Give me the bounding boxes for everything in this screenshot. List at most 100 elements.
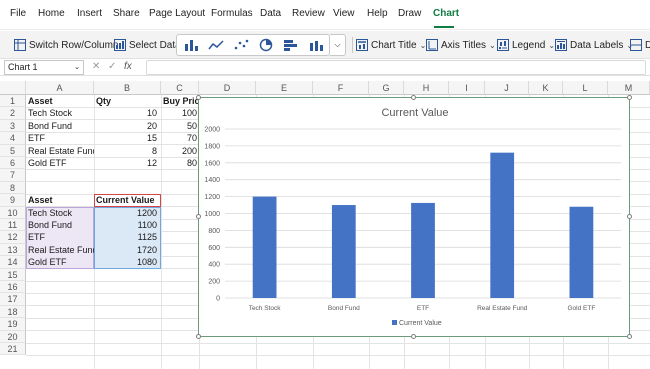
formula-input[interactable] bbox=[146, 60, 646, 75]
row-header[interactable]: 13 bbox=[0, 243, 26, 257]
menu-view[interactable]: View bbox=[333, 8, 355, 19]
resize-handle[interactable] bbox=[627, 95, 632, 100]
row-header[interactable]: 3 bbox=[0, 119, 26, 133]
menu-home[interactable]: Home bbox=[38, 8, 65, 19]
row-header[interactable]: 16 bbox=[0, 281, 26, 294]
cell[interactable]: Real Estate Fund bbox=[28, 145, 94, 157]
cell[interactable]: 1125 bbox=[95, 231, 159, 243]
cell[interactable]: Asset bbox=[28, 194, 92, 206]
select-data-button[interactable]: Select Data bbox=[114, 36, 181, 54]
enter-icon[interactable]: ✓ bbox=[108, 61, 116, 72]
menu-data[interactable]: Data bbox=[260, 8, 281, 19]
row-header[interactable]: 9 bbox=[0, 194, 26, 207]
data-table-button[interactable]: D bbox=[630, 36, 650, 54]
cell[interactable]: 80 bbox=[162, 157, 199, 169]
resize-handle[interactable] bbox=[627, 334, 632, 339]
cell[interactable]: 1720 bbox=[95, 244, 159, 256]
pie-chart-icon[interactable] bbox=[258, 38, 274, 52]
cell[interactable]: 15 bbox=[95, 132, 159, 144]
cell[interactable]: 10 bbox=[95, 107, 159, 119]
row-header[interactable]: 12 bbox=[0, 231, 26, 244]
row-header[interactable]: 19 bbox=[0, 318, 26, 331]
column-header[interactable]: B bbox=[94, 81, 161, 95]
column-header[interactable]: A bbox=[26, 81, 94, 95]
row-header[interactable]: 2 bbox=[0, 107, 26, 120]
column-header[interactable]: G bbox=[369, 81, 404, 95]
column-header[interactable]: H bbox=[404, 81, 449, 95]
row-header[interactable]: 14 bbox=[0, 256, 26, 269]
cell[interactable]: 20 bbox=[95, 120, 159, 132]
column-header[interactable]: F bbox=[313, 81, 369, 95]
data-labels-button[interactable]: Data Labels ⌄ bbox=[555, 36, 633, 54]
cell[interactable]: 50 bbox=[162, 120, 199, 132]
combo-chart-icon[interactable] bbox=[308, 38, 324, 52]
row-header[interactable]: 6 bbox=[0, 157, 26, 170]
insert-function-icon[interactable]: fx bbox=[124, 61, 132, 72]
chart-object[interactable]: Current Value 0 200 400 600 800 1000 1200 1400 16… bbox=[198, 97, 630, 337]
resize-handle[interactable] bbox=[196, 334, 201, 339]
cell[interactable]: 8 bbox=[95, 145, 159, 157]
cell[interactable]: 1080 bbox=[95, 256, 159, 268]
menu-file[interactable]: File bbox=[10, 8, 26, 19]
cell[interactable]: ETF bbox=[28, 231, 92, 243]
cell[interactable]: Real Estate Fund bbox=[28, 244, 94, 256]
row-header[interactable]: 5 bbox=[0, 144, 26, 157]
name-box[interactable]: Chart 1 ⌄ bbox=[4, 60, 84, 75]
legend-button[interactable]: Legend ⌄ bbox=[497, 36, 555, 54]
resize-handle[interactable] bbox=[411, 95, 416, 100]
row-header[interactable]: 10 bbox=[0, 206, 26, 219]
column-header[interactable]: K bbox=[529, 81, 563, 95]
chart-title-button[interactable]: Chart Title ⌄ bbox=[356, 36, 426, 54]
bar-chart-icon[interactable] bbox=[283, 38, 299, 52]
cell[interactable]: Bond Fund bbox=[28, 120, 92, 132]
menu-formulas[interactable]: Formulas bbox=[211, 8, 253, 19]
row-header[interactable]: 7 bbox=[0, 169, 26, 182]
row-header[interactable]: 15 bbox=[0, 268, 26, 281]
cell[interactable]: 100 bbox=[162, 107, 199, 119]
cell[interactable]: Tech Stock bbox=[28, 207, 92, 219]
scatter-chart-icon[interactable] bbox=[233, 38, 249, 52]
menu-insert[interactable]: Insert bbox=[77, 8, 102, 19]
cell[interactable]: ETF bbox=[28, 132, 92, 144]
switch-row-column-button[interactable]: Switch Row/Column bbox=[14, 36, 118, 54]
resize-handle[interactable] bbox=[627, 214, 632, 219]
row-header[interactable]: 4 bbox=[0, 132, 26, 145]
row-header[interactable]: 11 bbox=[0, 219, 26, 232]
row-header[interactable]: 8 bbox=[0, 181, 26, 195]
cell[interactable]: Gold ETF bbox=[28, 256, 92, 268]
menu-share[interactable]: Share bbox=[113, 8, 140, 19]
column-header[interactable]: D bbox=[199, 81, 256, 95]
select-all-corner[interactable] bbox=[0, 81, 26, 95]
column-header[interactable]: M bbox=[608, 81, 650, 95]
cancel-icon[interactable]: ✕ bbox=[92, 61, 100, 72]
column-chart-icon[interactable] bbox=[183, 38, 199, 52]
chart-gallery-expand-button[interactable]: ⌵ bbox=[330, 34, 346, 56]
menu-page-layout[interactable]: Page Layout bbox=[149, 8, 205, 19]
cell[interactable]: Asset bbox=[28, 95, 92, 107]
menu-help[interactable]: Help bbox=[367, 8, 388, 19]
cell[interactable]: Gold ETF bbox=[28, 157, 92, 169]
row-header[interactable]: 21 bbox=[0, 343, 26, 356]
cell[interactable]: Tech Stock bbox=[28, 107, 92, 119]
resize-handle[interactable] bbox=[196, 95, 201, 100]
row-header[interactable]: 1 bbox=[0, 95, 26, 108]
row-header[interactable]: 17 bbox=[0, 293, 26, 306]
resize-handle[interactable] bbox=[411, 334, 416, 339]
cell[interactable]: Bond Fund bbox=[28, 219, 92, 231]
column-header[interactable]: J bbox=[485, 81, 529, 95]
cell[interactable]: Buy Price bbox=[163, 95, 199, 107]
menu-chart[interactable]: Chart bbox=[433, 8, 459, 19]
column-header[interactable]: C bbox=[161, 81, 199, 95]
cell[interactable]: Qty bbox=[96, 95, 159, 107]
cell[interactable]: 1200 bbox=[95, 207, 159, 219]
row-header[interactable]: 20 bbox=[0, 330, 26, 343]
cell[interactable]: 1100 bbox=[95, 219, 159, 231]
cell[interactable]: 200 bbox=[162, 145, 199, 157]
cell[interactable]: Current Value bbox=[96, 194, 159, 206]
column-header[interactable]: E bbox=[256, 81, 313, 95]
resize-handle[interactable] bbox=[196, 214, 201, 219]
column-header[interactable]: I bbox=[449, 81, 485, 95]
column-header[interactable]: L bbox=[563, 81, 608, 95]
axis-titles-button[interactable]: Axis Titles ⌄ bbox=[426, 36, 496, 54]
menu-draw[interactable]: Draw bbox=[398, 8, 421, 19]
